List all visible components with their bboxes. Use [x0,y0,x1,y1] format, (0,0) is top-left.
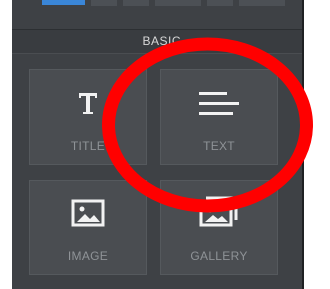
title-t-icon [73,88,103,118]
tile-label: GALLERY [190,249,248,263]
elements-panel: BASIC TITLE TEXT IMAGE GALLERY [12,0,302,289]
panel-border [302,0,304,289]
category-tab[interactable] [91,0,117,6]
image-icon [71,199,105,227]
gallery-icon [198,194,240,228]
category-tab-active[interactable] [42,0,85,5]
gallery-element-tile[interactable]: GALLERY [160,180,278,275]
tile-label: TITLE [70,139,106,153]
category-tab[interactable] [207,0,233,6]
category-tab[interactable] [123,0,149,6]
text-lines-icon [197,91,241,117]
tile-label: IMAGE [67,249,109,263]
title-element-tile[interactable]: TITLE [29,69,147,165]
section-header: BASIC [12,29,302,54]
image-element-tile[interactable]: IMAGE [29,180,147,275]
section-title: BASIC [142,34,181,48]
category-tab[interactable] [155,0,201,6]
category-tab[interactable] [239,0,285,6]
tile-label: TEXT [203,139,235,153]
text-element-tile[interactable]: TEXT [160,69,278,165]
